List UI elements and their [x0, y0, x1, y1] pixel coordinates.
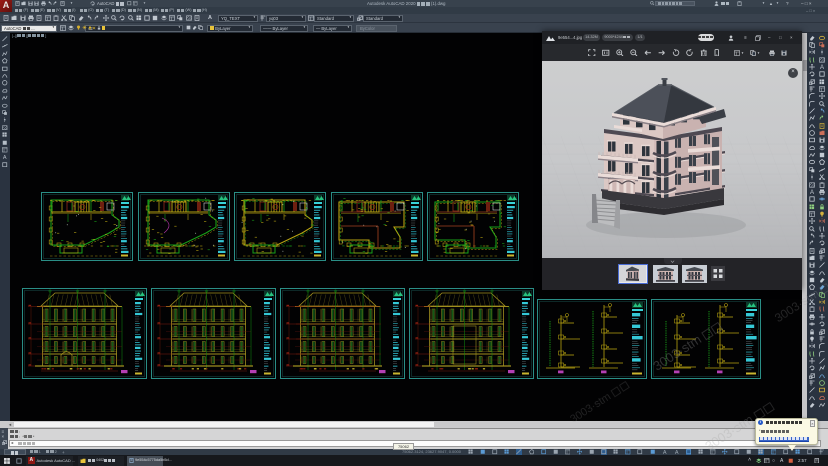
svg-text:A: A [663, 450, 667, 455]
svg-text:A: A [675, 450, 679, 455]
svg-text:A: A [810, 190, 814, 195]
svg-text:A: A [820, 65, 824, 70]
svg-text:A: A [3, 155, 7, 160]
